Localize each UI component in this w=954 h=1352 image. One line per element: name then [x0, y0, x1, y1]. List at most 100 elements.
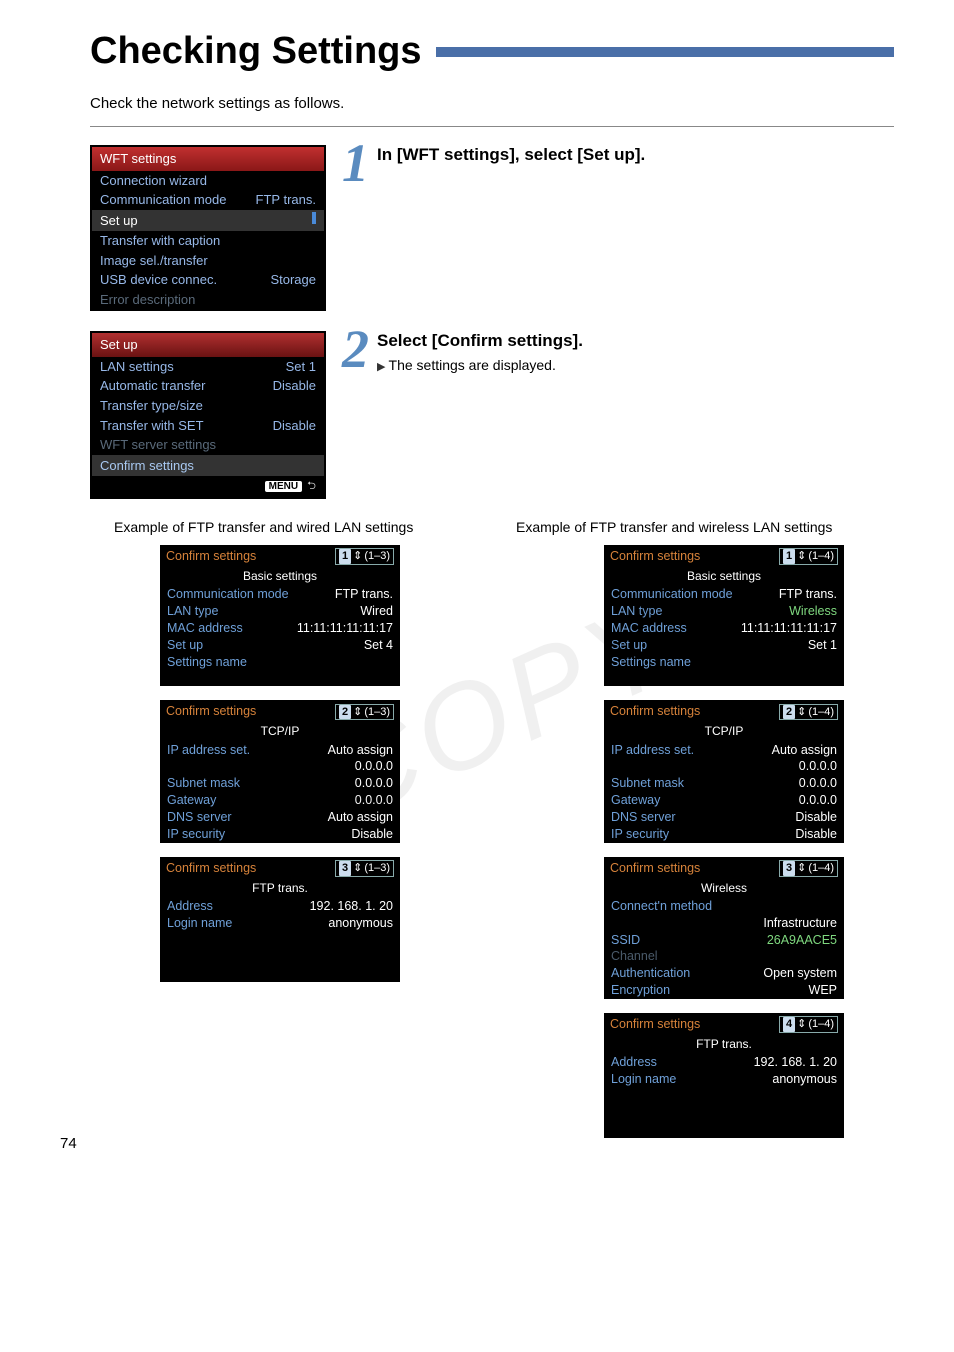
panel-subhead: FTP trans. [160, 880, 400, 898]
menu-item-selected[interactable]: Confirm settings [92, 455, 324, 477]
row-value: Open system [763, 965, 837, 982]
menu-item[interactable]: Connection wizard [92, 171, 324, 191]
panel-subhead: FTP trans. [604, 1036, 844, 1054]
row-label: Address [167, 898, 213, 915]
row-label: MAC address [167, 620, 243, 637]
row-label: Settings name [167, 654, 247, 671]
menu-header: Set up [92, 333, 324, 357]
pager[interactable]: 1⇕(1–3) [335, 548, 394, 565]
row-label: Subnet mask [167, 775, 240, 792]
wireless-panel-1: Confirm settings1⇕(1–4) Basic settings C… [604, 545, 844, 686]
row-value: FTP trans. [335, 586, 393, 603]
row-value: Infrastructure [763, 915, 837, 932]
separator [90, 126, 894, 127]
row-label: Set up [167, 637, 203, 654]
menu-item-disabled: Error description [92, 290, 324, 310]
step-2-bullet: The settings are displayed. [377, 357, 894, 373]
row-label: IP address set. [167, 742, 250, 759]
pager[interactable]: 1⇕(1–4) [779, 548, 838, 565]
menu-item[interactable]: Transfer with caption [92, 231, 324, 251]
row-label: Address [611, 1054, 657, 1071]
row-label: Communication mode [167, 586, 289, 603]
panel-title: Confirm settings [166, 860, 256, 877]
menu-badge-icon: MENU [265, 481, 302, 492]
row-label: IP address set. [611, 742, 694, 759]
step-2: Set up LAN settingsSet 1 Automatic trans… [90, 331, 894, 499]
scrollbar-indicator [312, 212, 316, 224]
row-label: Authentication [611, 965, 690, 982]
title-decoration-bar [436, 47, 895, 57]
row-value: Set 4 [364, 637, 393, 654]
caption-wired: Example of FTP transfer and wired LAN se… [114, 519, 438, 535]
menu-item[interactable]: Image sel./transfer [92, 251, 324, 271]
row-value: 0.0.0.0 [355, 792, 393, 809]
intro-text: Check the network settings as follows. [90, 95, 894, 112]
row-label: LAN type [611, 603, 662, 620]
row-label: Set up [611, 637, 647, 654]
row-value: anonymous [328, 915, 393, 932]
menu-item[interactable]: Transfer type/size [92, 396, 324, 416]
step-1-heading: In [WFT settings], select [Set up]. [377, 145, 894, 165]
row-value: 11:11:11:11:11:17 [297, 620, 393, 637]
menu-item[interactable]: Communication modeFTP trans. [92, 190, 324, 210]
pager[interactable]: 4⇕(1–4) [779, 1016, 838, 1033]
row-value: 192. 168. 1. 20 [310, 898, 393, 915]
row-value: Disable [351, 826, 393, 843]
wft-settings-menu: WFT settings Connection wizard Communica… [90, 145, 326, 311]
menu-item-selected[interactable]: Set up [92, 210, 324, 232]
wired-panel-2: Confirm settings2⇕(1–3) TCP/IP IP addres… [160, 700, 400, 842]
row-value: Auto assign [772, 742, 837, 759]
wireless-column: Confirm settings1⇕(1–4) Basic settings C… [604, 545, 840, 1138]
menu-item[interactable]: USB device connec.Storage [92, 270, 324, 290]
row-value: Auto assign [328, 742, 393, 759]
pager[interactable]: 2⇕(1–3) [335, 704, 394, 721]
row-label: LAN type [167, 603, 218, 620]
caption-row: Example of FTP transfer and wired LAN se… [114, 519, 840, 535]
wired-panel-1: Confirm settings1⇕(1–3) Basic settings C… [160, 545, 400, 686]
pager[interactable]: 3⇕(1–4) [779, 860, 838, 877]
row-value: 0.0.0.0 [799, 775, 837, 792]
wired-column: Confirm settings1⇕(1–3) Basic settings C… [160, 545, 396, 1138]
row-label: DNS server [167, 809, 232, 826]
pager[interactable]: 3⇕(1–3) [335, 860, 394, 877]
menu-header: WFT settings [92, 147, 324, 171]
row-label: Subnet mask [611, 775, 684, 792]
menu-item[interactable]: LAN settingsSet 1 [92, 357, 324, 377]
menu-item[interactable]: Automatic transferDisable [92, 376, 324, 396]
row-value: 26A9AACE5 [767, 932, 837, 949]
panel-title: Confirm settings [610, 860, 700, 877]
menu-item-disabled: WFT server settings [92, 435, 324, 455]
row-label: Gateway [167, 792, 216, 809]
panel-title: Confirm settings [166, 703, 256, 720]
row-label: Login name [167, 915, 232, 932]
row-label: Gateway [611, 792, 660, 809]
pager[interactable]: 2⇕(1–4) [779, 704, 838, 721]
wireless-panel-3: Confirm settings3⇕(1–4) Wireless Connect… [604, 857, 844, 999]
row-value: Wired [360, 603, 393, 620]
panel-title: Confirm settings [610, 548, 700, 565]
row-value: 192. 168. 1. 20 [754, 1054, 837, 1071]
row-value: 11:11:11:11:11:17 [741, 620, 837, 637]
wired-panel-3: Confirm settings 3⇕(1–3) FTP trans. Addre… [160, 857, 400, 982]
panel-subhead: Basic settings [604, 568, 844, 586]
row-value: 0.0.0.0 [355, 775, 393, 792]
menu-item[interactable]: Transfer with SETDisable [92, 416, 324, 436]
row-value: Set 1 [808, 637, 837, 654]
row-label: IP security [611, 826, 669, 843]
row-label: Login name [611, 1071, 676, 1088]
step-number-1: 1 [342, 139, 369, 188]
setup-menu: Set up LAN settingsSet 1 Automatic trans… [90, 331, 326, 499]
caption-wireless: Example of FTP transfer and wireless LAN… [438, 519, 840, 535]
row-label: Encryption [611, 982, 670, 999]
row-label: DNS server [611, 809, 676, 826]
row-label: IP security [167, 826, 225, 843]
page-title: Checking Settings [90, 30, 422, 73]
row-value: Disable [795, 826, 837, 843]
row-label-dim: Channel [611, 948, 658, 965]
wireless-panel-2: Confirm settings2⇕(1–4) TCP/IP IP addres… [604, 700, 844, 842]
panel-title: Confirm settings [166, 548, 256, 565]
step-number-2: 2 [342, 325, 369, 374]
panel-subhead: TCP/IP [604, 723, 844, 741]
step-1: WFT settings Connection wizard Communica… [90, 145, 894, 311]
panel-subhead: Wireless [604, 880, 844, 898]
